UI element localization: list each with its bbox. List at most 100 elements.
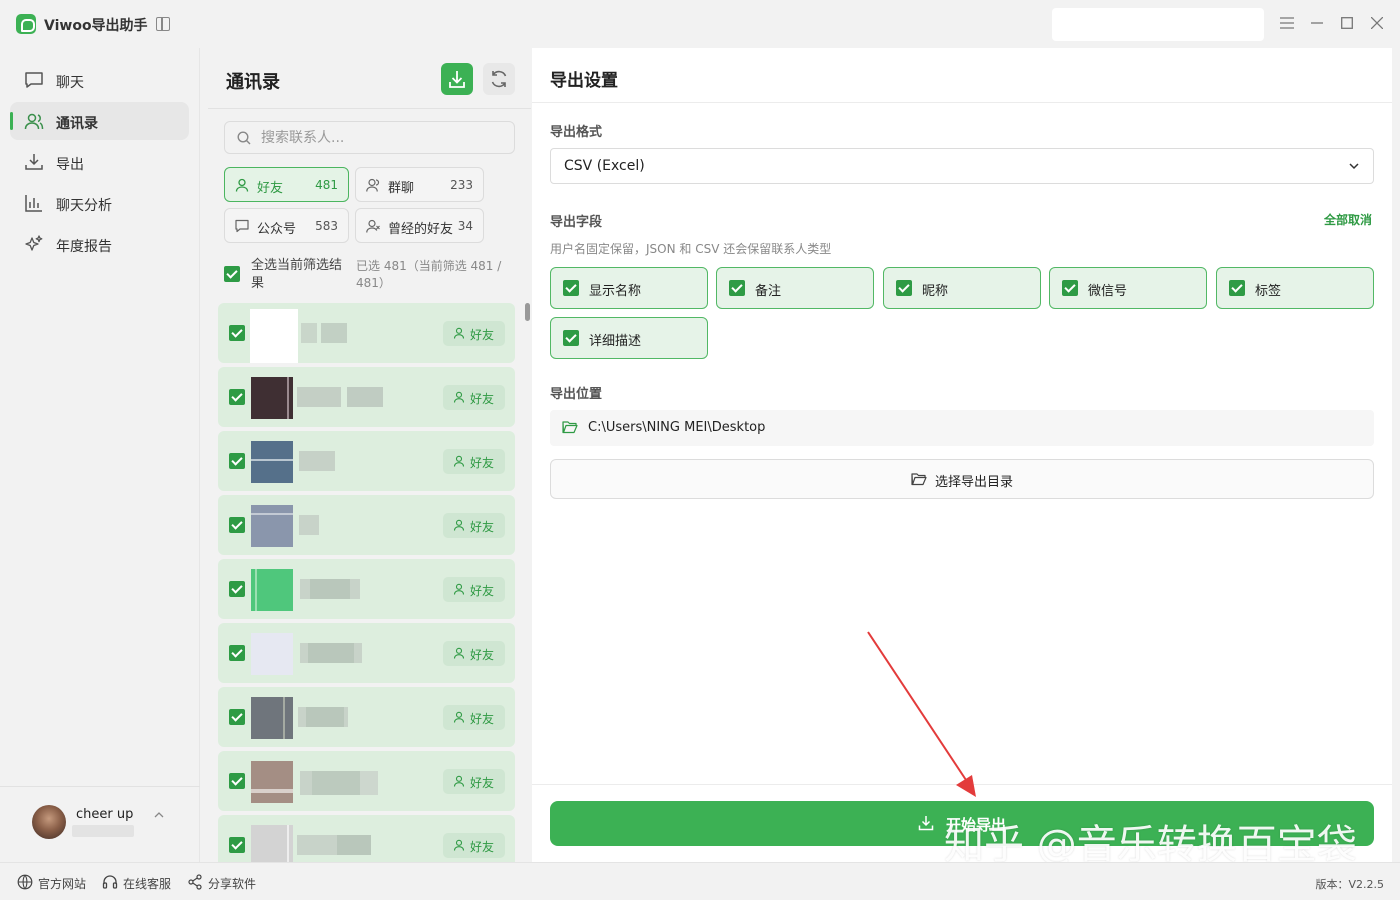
select-all-checkbox[interactable] xyxy=(224,266,240,282)
list-item[interactable]: 好友 xyxy=(218,815,515,862)
field-chip-description[interactable]: 详细描述 xyxy=(550,317,708,359)
contact-checkbox[interactable] xyxy=(229,325,245,341)
choose-directory-button[interactable]: 选择导出目录 xyxy=(550,459,1374,499)
field-chip-display-name[interactable]: 显示名称 xyxy=(550,267,708,309)
contact-type-tag: 好友 xyxy=(443,385,505,410)
filter-official-accounts[interactable]: 公众号 583 xyxy=(224,208,349,243)
contact-name-redacted xyxy=(298,707,348,727)
user-icon xyxy=(235,178,249,192)
filter-friends[interactable]: 好友 481 xyxy=(224,167,349,202)
contact-checkbox[interactable] xyxy=(229,837,245,853)
contact-type-tag: 好友 xyxy=(443,833,505,858)
export-contacts-button[interactable] xyxy=(441,63,473,95)
format-label: 导出格式 xyxy=(550,125,603,140)
field-checkbox[interactable] xyxy=(1229,280,1245,296)
list-item[interactable]: 好友 xyxy=(218,367,515,427)
contact-name-redacted xyxy=(297,835,371,855)
user-icon xyxy=(453,839,465,851)
refresh-icon xyxy=(491,70,507,88)
version-label: 版本：V2.2.5 xyxy=(1315,878,1384,891)
format-select[interactable]: CSV (Excel) xyxy=(550,148,1374,184)
maximize-icon[interactable] xyxy=(1336,13,1358,35)
share-link[interactable]: 分享软件 xyxy=(208,875,256,892)
field-chip-remark[interactable]: 备注 xyxy=(716,267,874,309)
contact-checkbox[interactable] xyxy=(229,389,245,405)
user-id-redacted xyxy=(72,825,134,837)
user-icon xyxy=(453,711,465,723)
filter-count: 34 xyxy=(457,219,473,233)
search-box[interactable] xyxy=(224,121,515,154)
contacts-header: 通讯录 xyxy=(208,48,531,109)
sidebar-item-contacts[interactable]: 通讯录 xyxy=(10,102,189,140)
sidebar-item-chat[interactable]: 聊天 xyxy=(10,61,189,99)
contact-checkbox[interactable] xyxy=(229,773,245,789)
tag-label: 好友 xyxy=(470,840,495,854)
fields-hint: 用户名固定保留，JSON 和 CSV 还会保留联系人类型 xyxy=(550,242,832,256)
field-chip-nickname[interactable]: 昵称 xyxy=(883,267,1041,309)
field-label: 标签 xyxy=(1255,284,1282,299)
close-icon[interactable] xyxy=(1366,13,1388,35)
contact-list: 好友 好友 好友 好友 好友 好友 好友 好友 好友 xyxy=(218,303,516,862)
avatar xyxy=(251,441,293,483)
list-item[interactable]: 好友 xyxy=(218,431,515,491)
share-icon xyxy=(188,874,202,890)
field-checkbox[interactable] xyxy=(1062,280,1078,296)
sparkle-icon xyxy=(25,235,43,251)
export-path: C:\Users\NING MEI\Desktop xyxy=(550,410,1374,446)
contact-checkbox[interactable] xyxy=(229,517,245,533)
bar-chart-icon xyxy=(25,195,42,212)
field-label: 备注 xyxy=(755,284,782,299)
list-item[interactable]: 好友 xyxy=(218,623,515,683)
chevron-up-icon[interactable] xyxy=(154,811,164,819)
sidebar-item-export[interactable]: 导出 xyxy=(10,143,189,181)
message-icon xyxy=(235,219,249,233)
sidebar-item-analysis[interactable]: 聊天分析 xyxy=(10,184,189,222)
list-item[interactable]: 好友 xyxy=(218,495,515,555)
field-checkbox[interactable] xyxy=(563,280,579,296)
field-checkbox[interactable] xyxy=(563,330,579,346)
list-item[interactable]: 好友 xyxy=(218,751,515,811)
minimize-icon[interactable] xyxy=(1306,13,1328,35)
contact-name-redacted xyxy=(297,387,383,407)
search-input[interactable] xyxy=(261,126,506,150)
filter-groups[interactable]: 群聊 233 xyxy=(355,167,484,202)
user-icon xyxy=(453,455,465,467)
user-icon xyxy=(453,647,465,659)
contact-type-tag: 好友 xyxy=(443,449,505,474)
avatar xyxy=(251,825,293,862)
export-path-text: C:\Users\NING MEI\Desktop xyxy=(588,420,766,435)
contact-checkbox[interactable] xyxy=(229,581,245,597)
list-item[interactable]: 好友 xyxy=(218,559,515,619)
user-icon xyxy=(453,519,465,531)
official-site-link[interactable]: 官方网站 xyxy=(38,875,86,892)
chat-icon xyxy=(25,72,43,88)
contact-checkbox[interactable] xyxy=(229,645,245,661)
filter-label: 好友 xyxy=(257,181,284,196)
list-item[interactable]: 好友 xyxy=(218,687,515,747)
tag-label: 好友 xyxy=(470,392,495,406)
field-checkbox[interactable] xyxy=(729,280,745,296)
selection-info: 已选 481（当前筛选 481 / 481） xyxy=(356,259,502,290)
deselect-all-button[interactable]: 全部取消 xyxy=(1324,211,1372,228)
filter-former-friends[interactable]: 曾经的好友 34 xyxy=(355,208,484,243)
field-chip-wechat-id[interactable]: 微信号 xyxy=(1049,267,1207,309)
menu-icon[interactable] xyxy=(1276,13,1298,35)
support-link[interactable]: 在线客服 xyxy=(123,875,171,892)
location-label: 导出位置 xyxy=(550,387,603,402)
list-scrollbar[interactable] xyxy=(525,303,530,321)
sidebar-item-annual-report[interactable]: 年度报告 xyxy=(10,225,189,263)
list-item[interactable]: 好友 xyxy=(218,303,515,363)
title-bar-field[interactable] xyxy=(1052,8,1264,41)
field-checkbox[interactable] xyxy=(896,280,912,296)
download-icon xyxy=(25,154,43,170)
select-all-label: 全选当前筛选结果 xyxy=(251,258,343,291)
fields-label: 导出字段 xyxy=(550,215,603,230)
field-chip-tags[interactable]: 标签 xyxy=(1216,267,1374,309)
filter-label: 曾经的好友 xyxy=(388,222,454,237)
contact-checkbox[interactable] xyxy=(229,709,245,725)
contact-checkbox[interactable] xyxy=(229,453,245,469)
user-profile[interactable]: cheer up xyxy=(0,786,200,862)
sidebar-toggle-icon[interactable] xyxy=(156,17,170,31)
refresh-button[interactable] xyxy=(483,63,515,95)
contact-type-tag: 好友 xyxy=(443,577,505,602)
